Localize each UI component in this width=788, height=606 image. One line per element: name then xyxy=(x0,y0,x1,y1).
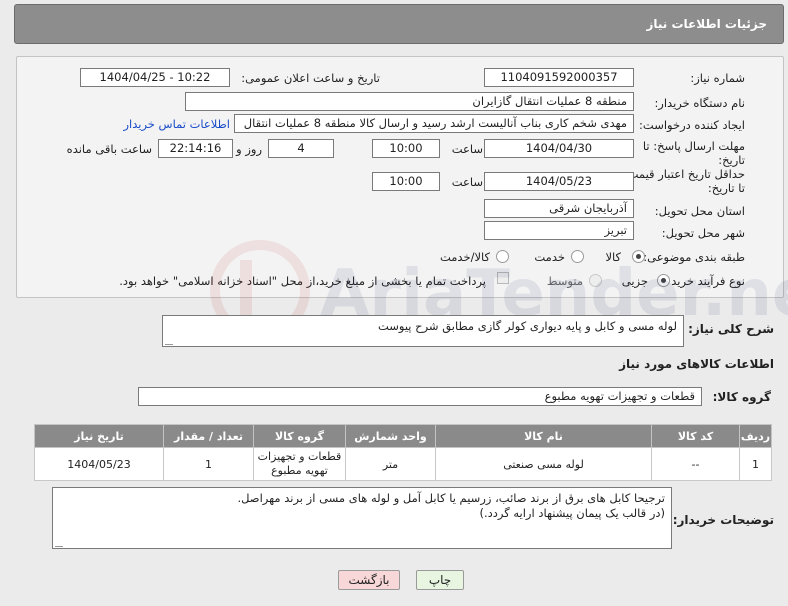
process-radio-medium[interactable] xyxy=(589,274,602,287)
remaining-time-field[interactable]: 22:14:16 xyxy=(158,139,233,158)
process-radio-minor[interactable] xyxy=(657,274,670,287)
process-option-minor: جزیی xyxy=(621,274,648,288)
need-number-label: شماره نیاز: xyxy=(690,71,745,85)
category-option-goods: کالا xyxy=(605,250,621,264)
cell-code: -- xyxy=(651,447,740,481)
province-label: استان محل تحویل: xyxy=(654,204,745,218)
buyer-org-field[interactable]: منطقه 8 عملیات انتقال گازایران xyxy=(185,92,634,111)
city-field[interactable]: تبریز xyxy=(484,221,634,240)
days-remaining-field[interactable]: 4 xyxy=(268,139,334,158)
creator-field[interactable]: مهدی شخم کاری بناب آنالیست ارشد رسید و ا… xyxy=(234,114,634,133)
city-label: شهر محل تحویل: xyxy=(661,226,745,240)
page-title: جزئیات اطلاعات نیاز xyxy=(646,17,767,31)
days-label: روز و xyxy=(236,142,262,156)
category-label: طبقه بندی موضوعی: xyxy=(643,250,745,264)
goods-section-title: اطلاعات کالاهای مورد نیاز xyxy=(619,357,774,371)
deadline-label-line2: تاریخ: xyxy=(718,153,745,167)
col-name: نام کالا xyxy=(435,424,652,448)
cell-group-line2: تهویه مطبوع xyxy=(271,464,328,477)
goods-group-field[interactable]: قطعات و تجهیزات تهویه مطبوع xyxy=(138,387,702,406)
announce-label: تاریخ و ساعت اعلان عمومی: xyxy=(241,71,380,85)
category-radio-goods[interactable] xyxy=(632,250,645,263)
cell-group: قطعات و تجهیزات تهویه مطبوع xyxy=(253,447,346,481)
resize-grip-icon[interactable] xyxy=(165,337,173,345)
print-button[interactable]: چاپ xyxy=(416,570,464,590)
validity-time-label: ساعت xyxy=(451,175,483,189)
col-group: گروه کالا xyxy=(253,424,346,448)
col-unit: واحد شمارش xyxy=(345,424,436,448)
cell-row: 1 xyxy=(739,447,772,481)
buyer-notes-line2: (در قالب یک پیمان پیشنهاد ارایه گردد.) xyxy=(479,506,666,520)
goods-table: ردیف کد کالا نام کالا واحد شمارش گروه کا… xyxy=(34,424,772,481)
validity-time-field[interactable]: 10:00 xyxy=(372,172,440,191)
col-row: ردیف xyxy=(739,424,772,448)
contact-buyer-link-text[interactable]: اطلاعات تماس خریدار xyxy=(123,117,230,131)
goods-table-header: ردیف کد کالا نام کالا واحد شمارش گروه کا… xyxy=(34,424,772,448)
deadline-time-field[interactable]: 10:00 xyxy=(372,139,440,158)
col-code: کد کالا xyxy=(651,424,740,448)
buyer-notes-line1: ترجیحا کابل های برق از برند صائب، زرسیم … xyxy=(237,491,665,505)
process-type-label: نوع فرآیند خرید : xyxy=(663,274,745,288)
cell-date: 1404/05/23 xyxy=(34,447,164,481)
remaining-time-label: ساعت باقی مانده xyxy=(66,142,152,156)
col-date: تاریخ نیاز xyxy=(34,424,164,448)
summary-textarea[interactable]: لوله مسی و کابل و پایه دیواری کولر گازی … xyxy=(162,315,684,347)
cell-unit: متر xyxy=(345,447,436,481)
deadline-date-field[interactable]: 1404/04/30 xyxy=(484,139,634,158)
category-radio-goods-service[interactable] xyxy=(496,250,509,263)
announce-datetime-field[interactable]: 1404/04/25 - 10:22 xyxy=(80,68,230,87)
validity-label-line2: تا تاریخ: xyxy=(707,181,745,195)
cell-group-line1: قطعات و تجهیزات xyxy=(257,450,342,463)
category-option-service: خدمت xyxy=(534,250,565,264)
validity-label-line1: حداقل تاریخ اعتبار قیمت: xyxy=(623,167,745,181)
buyer-notes-textarea[interactable]: ترجیحا کابل های برق از برند صائب، زرسیم … xyxy=(52,487,672,549)
creator-label: ایجاد کننده درخواست: xyxy=(639,118,745,132)
buyer-org-label: نام دستگاه خریدار: xyxy=(654,96,745,110)
category-radio-service[interactable] xyxy=(571,250,584,263)
treasury-payment-checkbox[interactable] xyxy=(497,272,509,284)
deadline-label-line1: مهلت ارسال پاسخ: تا xyxy=(642,139,745,153)
contact-buyer-link[interactable]: اطلاعات تماس خریدار xyxy=(123,117,230,131)
validity-date-field[interactable]: 1404/05/23 xyxy=(484,172,634,191)
cell-name: لوله مسی صنعتی xyxy=(435,447,652,481)
goods-group-label: گروه کالا: xyxy=(712,390,771,404)
category-option-goods-service: کالا/خدمت xyxy=(439,250,490,264)
page-header: جزئیات اطلاعات نیاز xyxy=(14,4,784,44)
need-number-field[interactable]: 1104091592000357 xyxy=(484,68,634,87)
province-field[interactable]: آذربایجان شرقی xyxy=(484,199,634,218)
treasury-payment-note: پرداخت تمام یا بخشی از مبلغ خرید،از محل … xyxy=(119,274,486,288)
process-option-medium: متوسط xyxy=(546,274,583,288)
deadline-time-label: ساعت xyxy=(451,142,483,156)
back-button[interactable]: بازگشت xyxy=(338,570,400,590)
summary-text: لوله مسی و کابل و پایه دیواری کولر گازی … xyxy=(377,319,677,333)
resize-grip-icon[interactable] xyxy=(55,539,63,547)
col-qty: تعداد / مقدار xyxy=(163,424,254,448)
summary-label: شرح کلی نیاز: xyxy=(688,322,774,336)
buyer-notes-label: توضیحات خریدار: xyxy=(672,513,774,527)
table-row[interactable]: 1 -- لوله مسی صنعتی متر قطعات و تجهیزات … xyxy=(34,447,772,481)
cell-qty: 1 xyxy=(163,447,254,481)
